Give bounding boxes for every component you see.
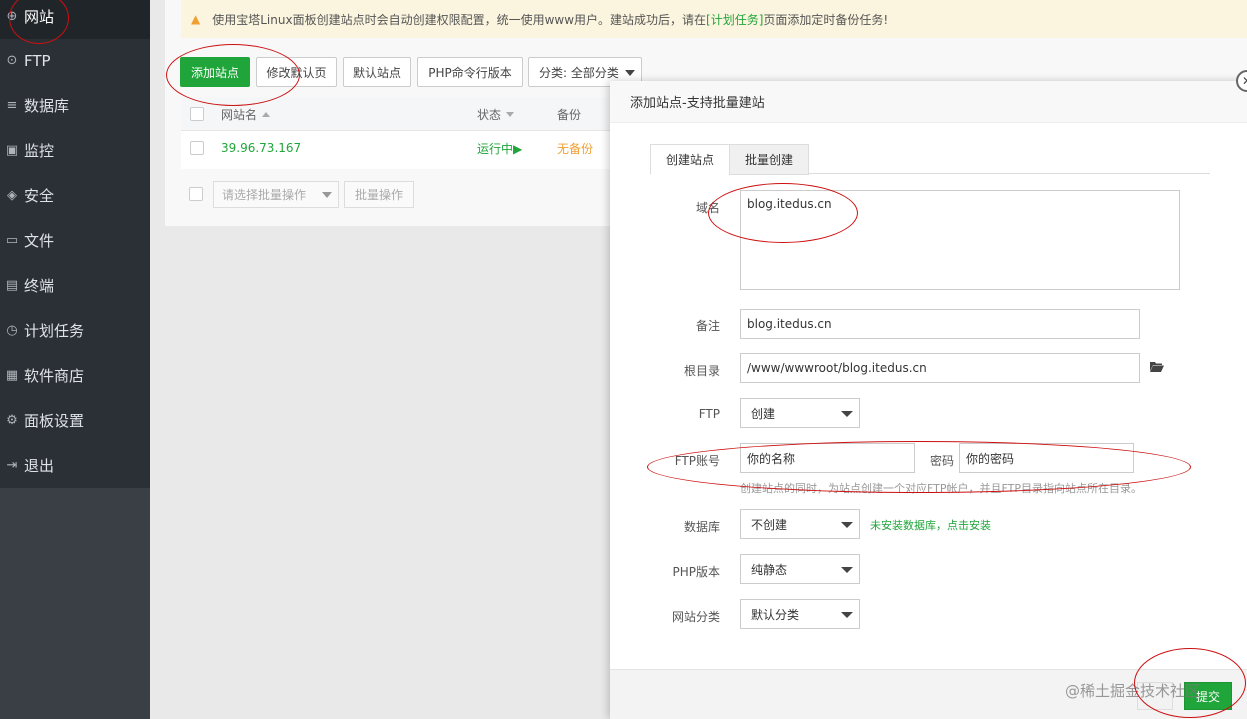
- site-status[interactable]: 运行中▶: [477, 131, 522, 165]
- sidebar-item-10[interactable]: ⇥ 退出: [0, 443, 150, 488]
- sidebar: ⊕ 网站 ⊙ FTP ≡ 数据库 ▣ 监控 ◈ 安全 ▭ 文件 ▤ 终端 ◷ 计划任务 ▦ 软件商店 ⚙ 面板设置 ⇥ 退…: [0, 0, 150, 719]
- database-select-value: 不创建: [751, 517, 788, 532]
- gear-icon: ⚙: [6, 413, 18, 428]
- sidebar-item-8[interactable]: ▦ 软件商店: [0, 353, 150, 398]
- ftp-account-input[interactable]: 你的名称: [740, 443, 915, 473]
- php-cli-version-button[interactable]: PHP命令行版本: [417, 57, 523, 87]
- ftp-hint: 创建站点的同时，为站点创建一个对应FTP帐户，并且FTP目录指向站点所在目录。: [740, 482, 1142, 495]
- modify-default-page-button[interactable]: 修改默认页: [256, 57, 337, 87]
- notice-text-end: 页面添加定时备份任务!: [763, 12, 889, 27]
- shield-icon: ◈: [7, 188, 17, 203]
- remark-input[interactable]: blog.itedus.cn: [740, 309, 1140, 339]
- sidebar-item-label: 安全: [24, 187, 55, 205]
- ftp-select-value: 创建: [751, 406, 776, 421]
- site-category-label: 网站分类: [671, 610, 720, 624]
- folder-icon: ▭: [5, 233, 19, 248]
- ftp-account-label: FTP账号: [674, 454, 720, 468]
- add-site-button[interactable]: 添加站点: [180, 57, 250, 87]
- ftp-password-input[interactable]: 你的密码: [959, 443, 1134, 473]
- chevron-down-icon: [841, 567, 853, 573]
- chevron-down-icon: [841, 522, 853, 528]
- sidebar-item-5[interactable]: ▭ 文件: [0, 218, 150, 263]
- header-backup: 备份: [557, 107, 582, 122]
- folder-open-icon[interactable]: [1150, 361, 1164, 372]
- clock-icon: ◷: [6, 323, 18, 338]
- modal-title: 添加站点-支持批量建站: [610, 81, 1247, 123]
- php-version-label: PHP版本: [672, 565, 721, 579]
- sidebar-item-label: 文件: [24, 232, 55, 250]
- batch-action-button[interactable]: 批量操作: [344, 181, 414, 208]
- database-icon: ≡: [6, 98, 18, 113]
- domain-textarea[interactable]: [740, 190, 1180, 290]
- sidebar-item-label: 软件商店: [24, 367, 85, 385]
- modal-tabs: 创建站点 批量创建: [650, 144, 1210, 175]
- notice-bar: ▲ 使用宝塔Linux面板创建站点时会自动创建权限配置，统一使用www用户。建站…: [181, 0, 1247, 38]
- watermark: @稀土掘金技术社区: [1065, 682, 1201, 700]
- sidebar-item-7[interactable]: ◷ 计划任务: [0, 308, 150, 353]
- warning-icon: ▲: [191, 12, 201, 26]
- default-site-button[interactable]: 默认站点: [343, 57, 411, 87]
- batch-checkbox[interactable]: [189, 187, 203, 201]
- sidebar-item-1[interactable]: ⊙ FTP: [0, 38, 150, 83]
- sidebar-item-2[interactable]: ≡ 数据库: [0, 83, 150, 128]
- password-label: 密码: [930, 454, 955, 468]
- table-header: 网站名 状态 备份: [181, 97, 611, 131]
- logout-icon: ⇥: [6, 458, 18, 473]
- monitor-icon: ▣: [5, 143, 19, 158]
- ftp-label: FTP: [698, 407, 720, 421]
- sort-desc-icon: [506, 111, 515, 117]
- domain-label: 域名: [695, 201, 720, 215]
- site-table: 网站名 状态 备份 39.96.73.167 运行中▶ 无备份: [181, 97, 611, 169]
- chevron-down-icon: [841, 612, 853, 618]
- grid-icon: ▦: [5, 368, 19, 383]
- notice-text: 使用宝塔Linux面板创建站点时会自动创建权限配置，统一使用www用户。建站成功…: [212, 12, 707, 27]
- sidebar-item-label: FTP: [24, 51, 51, 70]
- chevron-down-icon: [841, 411, 853, 417]
- header-status[interactable]: 状态: [477, 97, 515, 131]
- sidebar-item-label: 退出: [24, 457, 55, 475]
- ftp-select[interactable]: 创建: [740, 398, 860, 428]
- database-label: 数据库: [683, 520, 720, 534]
- ftp-icon: ⊙: [6, 53, 18, 68]
- notice-link-cron[interactable]: [计划任务]: [706, 11, 763, 28]
- header-site-name[interactable]: 网站名: [221, 97, 271, 131]
- chevron-down-icon: [322, 192, 332, 198]
- tab-create-site[interactable]: 创建站点: [650, 144, 730, 175]
- install-database-link[interactable]: 未安装数据库，点击安装: [870, 517, 991, 533]
- sidebar-item-label: 数据库: [24, 97, 70, 115]
- sidebar-item-label: 监控: [24, 142, 55, 160]
- globe-icon: ⊕: [6, 9, 18, 24]
- batch-action-select[interactable]: 请选择批量操作: [213, 181, 339, 208]
- sidebar-item-3[interactable]: ▣ 监控: [0, 128, 150, 173]
- php-version-select[interactable]: 纯静态: [740, 554, 860, 584]
- site-backup[interactable]: 无备份: [557, 131, 593, 165]
- table-row: 39.96.73.167 运行中▶ 无备份: [181, 131, 611, 167]
- site-category-select[interactable]: 默认分类: [740, 599, 860, 629]
- sidebar-item-9[interactable]: ⚙ 面板设置: [0, 398, 150, 443]
- sidebar-item-label: 面板设置: [24, 412, 85, 430]
- terminal-icon: ▤: [5, 278, 19, 293]
- sort-asc-icon: [262, 111, 271, 117]
- site-name-link[interactable]: 39.96.73.167: [221, 131, 301, 165]
- root-dir-input[interactable]: /www/wwwroot/blog.itedus.cn: [740, 353, 1140, 383]
- root-dir-label: 根目录: [683, 364, 720, 378]
- chevron-down-icon: [625, 70, 635, 76]
- batch-action-placeholder: 请选择批量操作: [222, 188, 307, 202]
- sidebar-item-4[interactable]: ◈ 安全: [0, 173, 150, 218]
- select-all-checkbox[interactable]: [190, 107, 204, 121]
- sidebar-item-6[interactable]: ▤ 终端: [0, 263, 150, 308]
- row-checkbox[interactable]: [190, 141, 204, 155]
- remark-label: 备注: [695, 319, 720, 333]
- sidebar-item-label: 网站: [24, 8, 55, 26]
- sidebar-item-0[interactable]: ⊕ 网站: [0, 0, 150, 39]
- sidebar-menu: ⊕ 网站 ⊙ FTP ≡ 数据库 ▣ 监控 ◈ 安全 ▭ 文件 ▤ 终端 ◷ 计划任务 ▦ 软件商店 ⚙ 面板设置 ⇥ 退…: [0, 0, 150, 488]
- sidebar-item-label: 计划任务: [24, 322, 85, 340]
- sidebar-item-label: 终端: [24, 277, 55, 295]
- site-category-value: 默认分类: [751, 607, 800, 622]
- php-version-value: 纯静态: [751, 562, 788, 577]
- category-filter-value: 分类: 全部分类: [539, 65, 619, 80]
- tab-batch-create[interactable]: 批量创建: [729, 144, 809, 175]
- database-select[interactable]: 不创建: [740, 509, 860, 539]
